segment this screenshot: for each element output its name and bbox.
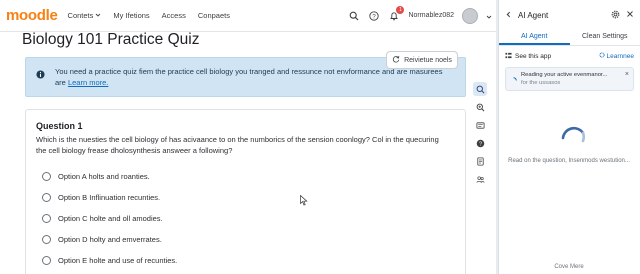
option-label: Option D holty and emverrates. <box>58 234 162 244</box>
close-icon[interactable]: × <box>625 71 629 79</box>
gear-icon[interactable] <box>611 10 620 21</box>
mouse-cursor-icon <box>300 193 308 211</box>
radio-button[interactable] <box>42 171 51 181</box>
panel-tabs: AI Agent Clean Settings <box>499 30 640 46</box>
panel-title: AI Agent <box>518 10 549 20</box>
avatar[interactable] <box>462 7 478 24</box>
option-label: Option A holts and roanties. <box>58 171 150 181</box>
nav-link-contets[interactable]: Contets <box>68 11 102 20</box>
zoom-icon[interactable] <box>473 100 487 114</box>
help-icon[interactable]: ? <box>473 136 487 150</box>
option-label: Option E holte and use of recunties. <box>58 255 178 265</box>
panel-footer: Cove Mere <box>554 264 584 270</box>
nav-link-my-ifetions[interactable]: My Ifetions <box>113 11 149 20</box>
nav-link-label: Access <box>161 11 186 20</box>
id-card-icon[interactable] <box>473 118 487 132</box>
chevron-down-icon[interactable] <box>486 7 492 25</box>
option-label: Option C holte and oll amodies. <box>58 213 163 223</box>
radio-button[interactable] <box>42 234 51 244</box>
close-icon[interactable] <box>626 10 634 20</box>
learn-link-label: Learnnee <box>606 52 634 60</box>
block-toolstrip: ? <box>471 82 489 186</box>
learn-link[interactable]: Learnnee <box>598 52 634 60</box>
bell-icon[interactable]: 1 <box>388 5 405 22</box>
loading-icon <box>510 71 517 89</box>
alert-message: You need a practice quiz fiem the practi… <box>55 66 455 88</box>
radio-button[interactable] <box>42 213 51 223</box>
help-icon[interactable]: ? <box>368 10 380 22</box>
username[interactable]: Normablez082 <box>408 12 454 19</box>
status-text: Reading your active evenmanor... for the… <box>521 71 607 87</box>
question-text: Which is the nuesties the cell biology o… <box>36 135 439 155</box>
option-e[interactable]: Option E holte and use of recunties. <box>42 254 455 266</box>
navbar-actions: ? 1 Normablez082 <box>348 5 492 25</box>
question-card: Question 1 Which is the nuesties the cel… <box>25 109 466 274</box>
people-icon[interactable] <box>473 172 487 186</box>
panel-header: AI Agent <box>499 0 640 30</box>
search-icon[interactable] <box>473 82 487 96</box>
review-button[interactable]: Reivietue noels <box>386 51 458 69</box>
chevron-down-icon <box>95 11 101 20</box>
option-a[interactable]: Option A holts and roanties. <box>42 170 455 182</box>
svg-text:?: ? <box>479 141 482 147</box>
radio-button[interactable] <box>42 192 51 202</box>
search-icon[interactable] <box>348 10 360 22</box>
tab-clean-settings[interactable]: Clean Settings <box>570 30 640 45</box>
status-card: Reading your active evenmanor... for the… <box>505 67 634 91</box>
primary-nav: Contets My Ifetions Access Conpaets <box>68 11 230 20</box>
notes-icon[interactable] <box>473 154 487 168</box>
learn-more-link[interactable]: Learn more. <box>68 78 108 87</box>
gear-icon <box>598 52 605 60</box>
alert-text: You need a practice quiz fiem the practi… <box>55 67 443 87</box>
radio-button[interactable] <box>42 255 51 265</box>
nav-link-label: Conpaets <box>197 11 230 20</box>
option-b[interactable]: Option B Inflinuation recunties. <box>42 191 455 203</box>
review-button-label: Reivietue noels <box>404 56 452 64</box>
option-c[interactable]: Option C holte and oll amodies. <box>42 212 455 224</box>
chevron-left-icon[interactable] <box>505 11 512 20</box>
nav-link-conpaets[interactable]: Conpaets <box>198 11 230 20</box>
moodle-logo[interactable]: moodle <box>6 7 58 24</box>
nav-link-label: Contets <box>67 11 94 20</box>
tab-ai-agent[interactable]: AI Agent <box>499 30 570 45</box>
list-icon <box>505 52 512 61</box>
top-navbar: moodle Contets My Ifetions Access Conpae… <box>0 0 498 32</box>
page-title: Biology 101 Practice Quiz <box>22 31 200 48</box>
notification-badge: 1 <box>396 5 405 14</box>
panel-header-actions <box>611 10 634 21</box>
see-this-app-row: See this app Learnnee <box>499 49 640 63</box>
question-title: Question 1 <box>36 121 83 131</box>
nav-link-access[interactable]: Access <box>162 11 186 20</box>
see-this-app-label: See this app <box>515 52 552 60</box>
waiting-message: Read on the question, Insenmods westutio… <box>508 158 630 164</box>
loading-spinner-icon <box>558 121 588 151</box>
nav-link-label: My Ifetions <box>113 11 150 20</box>
refresh-icon <box>392 55 400 65</box>
status-title: Reading your active evenmanor... <box>521 72 608 78</box>
status-subtitle: for the ussasos <box>521 80 561 86</box>
option-d[interactable]: Option D holty and emverrates. <box>42 233 455 245</box>
option-label: Option B Inflinuation recunties. <box>58 192 161 202</box>
answer-options: Option A holts and roanties. Option B In… <box>36 170 455 266</box>
info-icon <box>36 66 45 84</box>
